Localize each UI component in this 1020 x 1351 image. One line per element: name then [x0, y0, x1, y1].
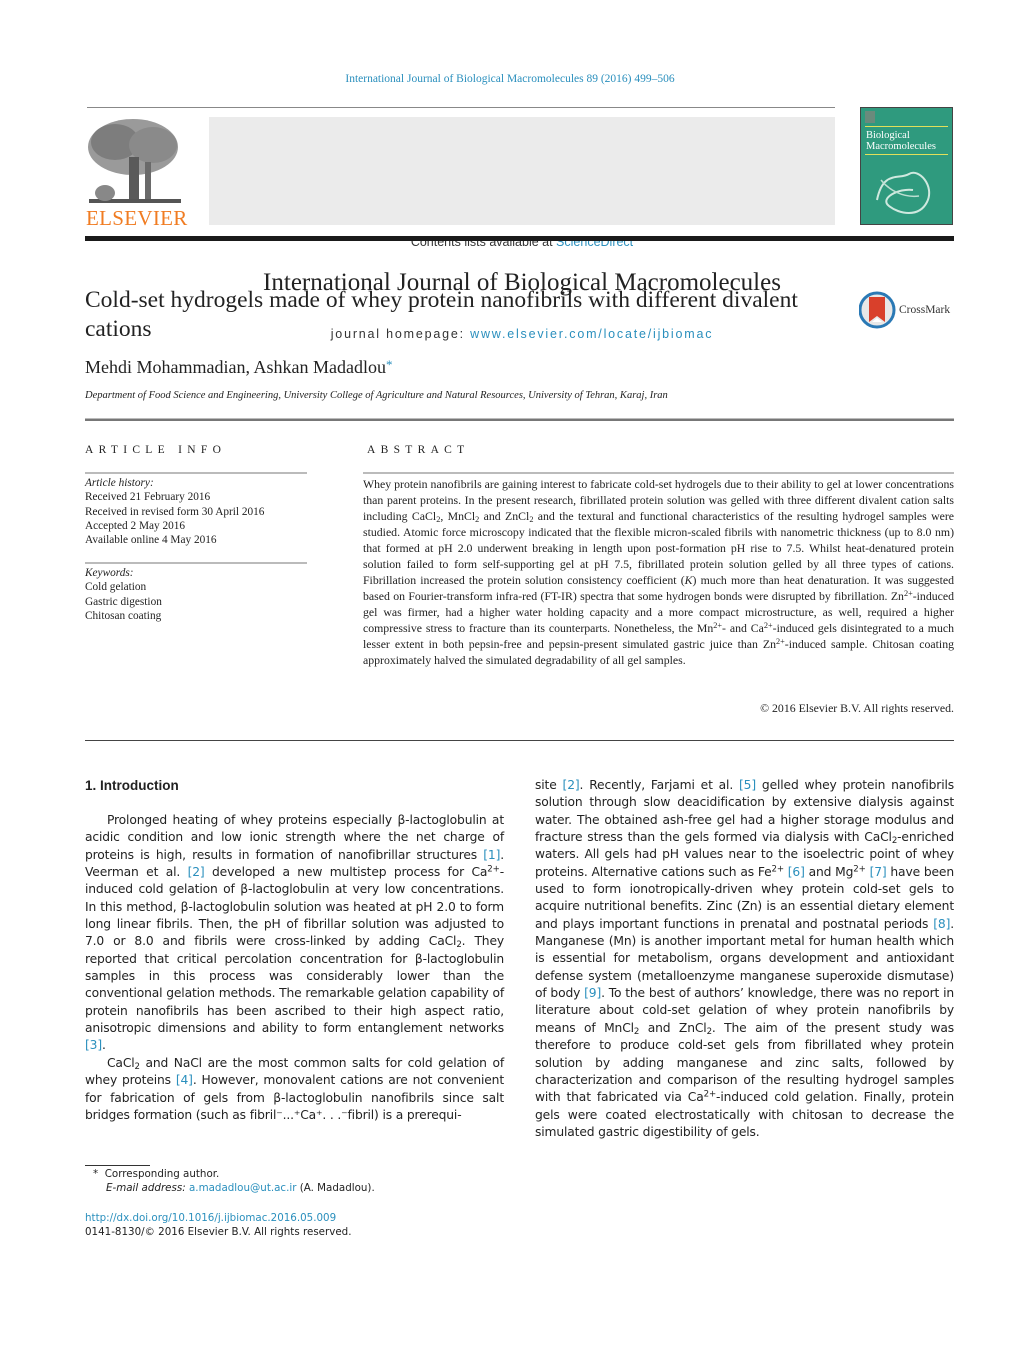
article-info-heading: ARTICLE INFO: [85, 444, 227, 456]
cover-rule: [865, 154, 948, 155]
corresponding-author-note: * Corresponding author.: [93, 1168, 220, 1180]
email-note: E-mail address: a.madadlou@ut.ac.ir (A. …: [106, 1182, 375, 1194]
abstract-copyright: © 2016 Elsevier B.V. All rights reserved…: [760, 701, 954, 715]
citation-link[interactable]: [7]: [870, 865, 887, 879]
cover-title: Biological Macromolecules: [866, 130, 936, 152]
body-column-left: Prolonged heating of whey proteins espec…: [85, 812, 504, 1124]
abstract-heading: ABSTRACT: [367, 444, 470, 456]
crossmark-label[interactable]: CrossMark: [899, 304, 950, 316]
footnote-rule: [85, 1165, 150, 1166]
cover-rule: [865, 126, 948, 127]
intro-paragraph-2-continued: site [2]. Recently, Farjami et al. [5] g…: [535, 778, 955, 1139]
article-title: Cold-set hydrogels made of whey protein …: [85, 287, 798, 342]
author-list: Mehdi Mohammadian, Ashkan Madadlou*: [85, 357, 392, 378]
keywords-rule: [85, 562, 307, 564]
citation-link[interactable]: [2]: [563, 778, 580, 792]
authors-text: Mehdi Mohammadian, Ashkan Madadlou: [85, 357, 386, 377]
body-column-right: site [2]. Recently, Farjami et al. [5] g…: [535, 777, 954, 1141]
citation-link[interactable]: [5]: [739, 778, 756, 792]
article-info-rule: [85, 472, 307, 474]
email-link[interactable]: a.madadlou@ut.ac.ir: [189, 1182, 296, 1194]
history-online: Available online 4 May 2016: [85, 534, 217, 547]
corresponding-author-mark[interactable]: *: [386, 357, 393, 372]
keywords-label: Keywords:: [85, 567, 134, 579]
citation-link[interactable]: [9]: [584, 986, 601, 1000]
abstract-end-rule: [85, 740, 954, 741]
issn-copyright: 0141-8130/© 2016 Elsevier B.V. All right…: [85, 1226, 352, 1238]
history-received: Received 21 February 2016: [85, 491, 211, 504]
citation-link[interactable]: [8]: [933, 917, 950, 931]
article-history: Article history: Received 21 February 20…: [85, 476, 264, 547]
title-block-rule: [85, 418, 954, 421]
intro-paragraph-2: CaCl2 and NaCl are the most common salts…: [85, 1055, 504, 1122]
citation-link[interactable]: [4]: [176, 1073, 193, 1087]
keywords: Keywords: Cold gelation Gastric digestio…: [85, 566, 162, 623]
cover-publisher-mark-icon: [865, 111, 875, 123]
history-revised: Received in revised form 30 April 2016: [85, 505, 265, 518]
cover-protein-illustration-icon: [876, 171, 930, 214]
doi-link[interactable]: http://dx.doi.org/10.1016/j.ijbiomac.201…: [85, 1212, 336, 1224]
running-head[interactable]: International Journal of Biological Macr…: [0, 73, 1020, 85]
citation-link[interactable]: [6]: [788, 865, 805, 879]
affiliation: Department of Food Science and Engineeri…: [85, 390, 668, 401]
abstract-text: Whey protein nanofibrils are gaining int…: [363, 477, 955, 667]
journal-cover-thumbnail[interactable]: Biological Macromolecules: [860, 107, 953, 225]
header-thick-rule: [85, 236, 954, 241]
keyword: Chitosan coating: [85, 609, 162, 622]
publisher-wordmark[interactable]: ELSEVIER: [86, 206, 188, 231]
abstract-rule: [363, 472, 954, 474]
history-accepted: Accepted 2 May 2016: [85, 519, 186, 532]
citation-link[interactable]: [2]: [188, 865, 205, 879]
keyword: Cold gelation: [85, 581, 147, 594]
section-heading-introduction: 1. Introduction: [85, 778, 179, 793]
citation-link[interactable]: [3]: [85, 1038, 102, 1052]
article-history-label: Article history:: [85, 477, 154, 489]
keyword: Gastric digestion: [85, 595, 162, 608]
journal-header-box: Contents lists available at ScienceDirec…: [209, 117, 835, 341]
intro-paragraph-1: Prolonged heating of whey proteins espec…: [85, 813, 504, 1053]
citation-link[interactable]: [1]: [483, 848, 500, 862]
header-top-rule: [87, 107, 835, 108]
